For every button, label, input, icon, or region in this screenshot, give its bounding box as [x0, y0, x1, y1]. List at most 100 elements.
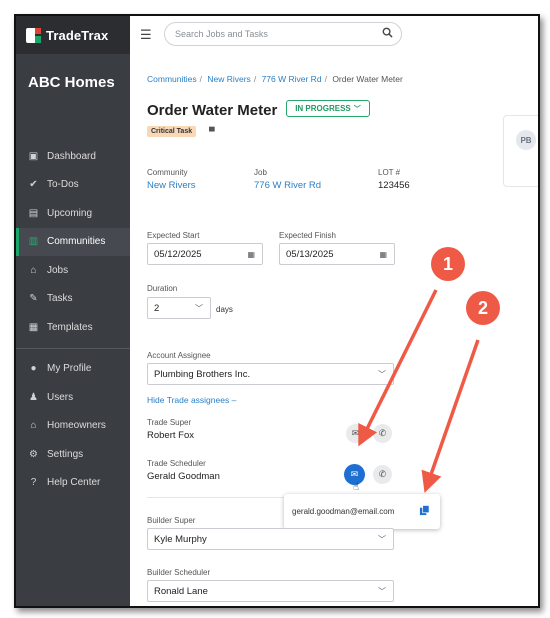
expected-start-value: 05/12/2025 — [154, 248, 202, 260]
phone-icon: ✆ — [378, 469, 387, 479]
chevron-down-icon: ﹀ — [378, 586, 386, 596]
status-label: IN PROGRESS — [295, 104, 351, 113]
phone-icon: ✆ — [378, 428, 387, 438]
sidebar-item-templates[interactable]: ▦ Templates — [16, 313, 130, 342]
breadcrumb: Communities / New Rivers/ 776 W River Rd /… — [147, 74, 403, 84]
email-popover: gerald.goodman@email.com — [284, 494, 440, 529]
sidebar: TradeTrax ABC Homes ▣ Dashboard ✔ To-Dos… — [16, 16, 130, 606]
builder-super-select[interactable]: Kyle Murphy ﹀ — [147, 528, 394, 550]
building-icon: ▥ — [28, 236, 39, 248]
breadcrumb-communities[interactable]: Communities — [147, 74, 197, 84]
app-name: TradeTrax — [46, 27, 109, 43]
sidebar-item-label: To-Dos — [47, 179, 79, 191]
clipboard-icon: ▤ — [28, 207, 39, 219]
expected-start-label: Expected Start — [147, 231, 200, 240]
account-assignee-label: Account Assignee — [147, 351, 211, 360]
chevron-down-icon: ﹀ — [378, 369, 386, 379]
page-title: Order Water Meter — [147, 102, 278, 119]
annotation-badge-1: 1 — [431, 247, 465, 281]
critical-task-badge: Critical Task — [147, 126, 197, 137]
duration-unit: days — [216, 305, 233, 314]
sidebar-item-homeowners[interactable]: ⌂ Homeowners — [16, 412, 130, 441]
sidebar-item-label: Tasks — [47, 293, 73, 305]
gear-icon: ⚙ — [29, 448, 38, 460]
trade-scheduler-name: Gerald Goodman — [147, 471, 220, 482]
check-circle-icon: ✔ — [29, 179, 38, 191]
sidebar-item-help-center[interactable]: ? Help Center — [16, 469, 130, 498]
account-assignee-select[interactable]: Plumbing Brothers Inc. ﹀ — [147, 363, 394, 385]
calendar-icon[interactable]: ▦ — [379, 250, 387, 259]
house-icon: ⌂ — [30, 420, 37, 432]
dashboard-icon: ▣ — [28, 150, 39, 162]
hamburger-menu-icon[interactable]: ☰ — [140, 27, 152, 43]
app-window: TradeTrax ABC Homes ▣ Dashboard ✔ To-Dos… — [14, 14, 540, 608]
trade-super-name: Robert Fox — [147, 430, 194, 441]
community-label: Community — [147, 168, 188, 177]
search-icon[interactable] — [382, 27, 393, 38]
sidebar-item-my-profile[interactable]: ● My Profile — [16, 355, 130, 384]
trade-super-email-button[interactable]: ✉ — [346, 424, 365, 443]
map-icon: ▦ — [28, 321, 39, 333]
sidebar-item-users[interactable]: ♟ Users — [16, 383, 130, 412]
sidebar-nav: ▣ Dashboard ✔ To-Dos ▤ Upcoming ▥ Commun… — [16, 142, 130, 497]
lot-label: LOT # — [378, 168, 401, 177]
sidebar-item-communities[interactable]: ▥ Communities — [16, 227, 130, 256]
breadcrumb-job[interactable]: 776 W River Rd — [262, 74, 322, 84]
sidebar-item-settings[interactable]: ⚙ Settings — [16, 440, 130, 469]
status-dropdown[interactable]: IN PROGRESS ﹀ — [286, 100, 370, 117]
builder-super-value: Kyle Murphy — [154, 533, 207, 545]
sidebar-item-todos[interactable]: ✔ To-Dos — [16, 171, 130, 200]
search-box[interactable] — [164, 22, 402, 46]
duration-select[interactable]: 2 ﹀ — [147, 297, 211, 319]
job-link[interactable]: 776 W River Rd — [254, 180, 321, 191]
sidebar-item-label: Upcoming — [47, 207, 93, 219]
expected-start-field[interactable]: 05/12/2025 ▦ — [147, 243, 263, 265]
calendar-icon[interactable]: ▦ — [247, 250, 255, 259]
expected-finish-label: Expected Finish — [279, 231, 336, 240]
sidebar-item-dashboard[interactable]: ▣ Dashboard — [16, 142, 130, 171]
expected-finish-value: 05/13/2025 — [286, 248, 334, 260]
sidebar-item-label: Homeowners — [47, 420, 106, 432]
wrench-icon: ✎ — [29, 293, 38, 305]
trade-super-phone-button[interactable]: ✆ — [373, 424, 392, 443]
help-icon: ? — [30, 477, 37, 489]
envelope-icon: ✉ — [350, 469, 359, 479]
lot-value: 123456 — [378, 180, 410, 191]
users-icon: ♟ — [29, 391, 38, 403]
copy-icon[interactable] — [419, 505, 430, 516]
sidebar-item-label: Help Center — [47, 477, 101, 489]
sidebar-item-label: Dashboard — [47, 150, 96, 162]
search-input[interactable] — [173, 28, 377, 40]
sidebar-divider — [16, 347, 130, 349]
sidebar-item-label: Communities — [47, 236, 106, 248]
trade-scheduler-phone-button[interactable]: ✆ — [373, 465, 392, 484]
email-address[interactable]: gerald.goodman@email.com — [292, 507, 394, 516]
builder-scheduler-value: Ronald Lane — [154, 585, 208, 597]
sidebar-item-jobs[interactable]: ⌂ Jobs — [16, 256, 130, 285]
sidebar-item-label: Users — [47, 391, 74, 403]
trade-scheduler-label: Trade Scheduler — [147, 459, 206, 468]
duration-label: Duration — [147, 284, 178, 293]
hide-trade-assignees-link[interactable]: Hide Trade assignees – — [147, 395, 236, 405]
trade-super-label: Trade Super — [147, 418, 192, 427]
builder-super-label: Builder Super — [147, 516, 196, 525]
logo-bar[interactable]: TradeTrax — [16, 16, 130, 54]
builder-scheduler-select[interactable]: Ronald Lane ﹀ — [147, 580, 394, 602]
side-card: PB — [503, 115, 538, 187]
duration-value: 2 — [154, 302, 160, 314]
annotation-badge-2: 2 — [466, 291, 500, 325]
envelope-icon: ✉ — [351, 428, 360, 438]
company-name: ABC Homes — [28, 74, 115, 91]
breadcrumb-community[interactable]: New Rivers — [207, 74, 250, 84]
community-link[interactable]: New Rivers — [147, 180, 196, 191]
sidebar-item-tasks[interactable]: ✎ Tasks — [16, 285, 130, 314]
expected-finish-field[interactable]: 05/13/2025 ▦ — [279, 243, 395, 265]
sidebar-item-upcoming[interactable]: ▤ Upcoming — [16, 199, 130, 228]
account-assignee-value: Plumbing Brothers Inc. — [154, 368, 251, 380]
top-bar: ☰ — [130, 16, 538, 55]
chevron-down-icon: ﹀ — [378, 534, 386, 544]
hand-cursor-icon: ☝ — [353, 482, 360, 493]
sidebar-item-label: Jobs — [47, 264, 69, 276]
main-content: Communities / New Rivers/ 776 W River Rd /… — [130, 54, 538, 606]
avatar[interactable]: PB — [516, 130, 536, 150]
